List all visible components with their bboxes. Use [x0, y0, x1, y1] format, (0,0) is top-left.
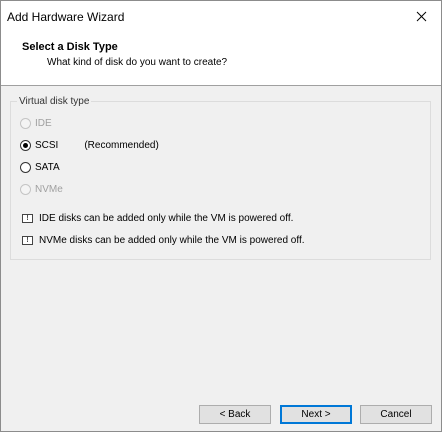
radio-button-nvme: [20, 183, 31, 195]
radio-option-nvme: NVMe: [20, 182, 63, 196]
ide-info-note: ! IDE disks can be added only while the …: [22, 213, 293, 224]
radio-label-nvme: NVMe: [35, 183, 63, 195]
ide-info-text: IDE disks can be added only while the VM…: [39, 213, 294, 224]
radio-button-sata[interactable]: [20, 161, 31, 173]
radio-button-scsi[interactable]: [20, 139, 31, 151]
title-bar: Add Hardware Wizard: [1, 1, 441, 32]
radio-label-ide: IDE: [35, 117, 52, 129]
page-title: Select a Disk Type: [22, 41, 118, 53]
window-title: Add Hardware Wizard: [7, 10, 125, 24]
radio-option-scsi[interactable]: SCSI (Recommended): [20, 138, 159, 152]
cancel-button[interactable]: Cancel: [360, 405, 432, 424]
back-button[interactable]: < Back: [199, 405, 271, 424]
next-button[interactable]: Next >: [280, 405, 352, 424]
nvme-info-text: NVMe disks can be added only while the V…: [39, 235, 305, 246]
close-icon: [416, 11, 426, 22]
recommended-note: (Recommended): [84, 139, 159, 151]
radio-button-ide: [20, 117, 31, 129]
radio-label-sata[interactable]: SATA: [35, 162, 60, 173]
virtual-disk-type-group: Virtual disk type IDE SCSI (Recommended)…: [10, 96, 431, 260]
radio-label-scsi[interactable]: SCSI: [35, 140, 58, 151]
info-icon: !: [22, 236, 33, 245]
info-icon: !: [22, 214, 33, 223]
group-label: Virtual disk type: [17, 96, 92, 107]
nvme-info-note: ! NVMe disks can be added only while the…: [22, 235, 305, 246]
radio-option-sata[interactable]: SATA: [20, 160, 60, 174]
page-subtitle: What kind of disk do you want to create?: [47, 57, 228, 68]
add-hardware-wizard-dialog: Add Hardware Wizard Select a Disk Type W…: [0, 0, 442, 432]
radio-option-ide: IDE: [20, 116, 52, 130]
wizard-header: Select a Disk Type What kind of disk do …: [1, 32, 441, 86]
close-button[interactable]: [401, 1, 441, 32]
